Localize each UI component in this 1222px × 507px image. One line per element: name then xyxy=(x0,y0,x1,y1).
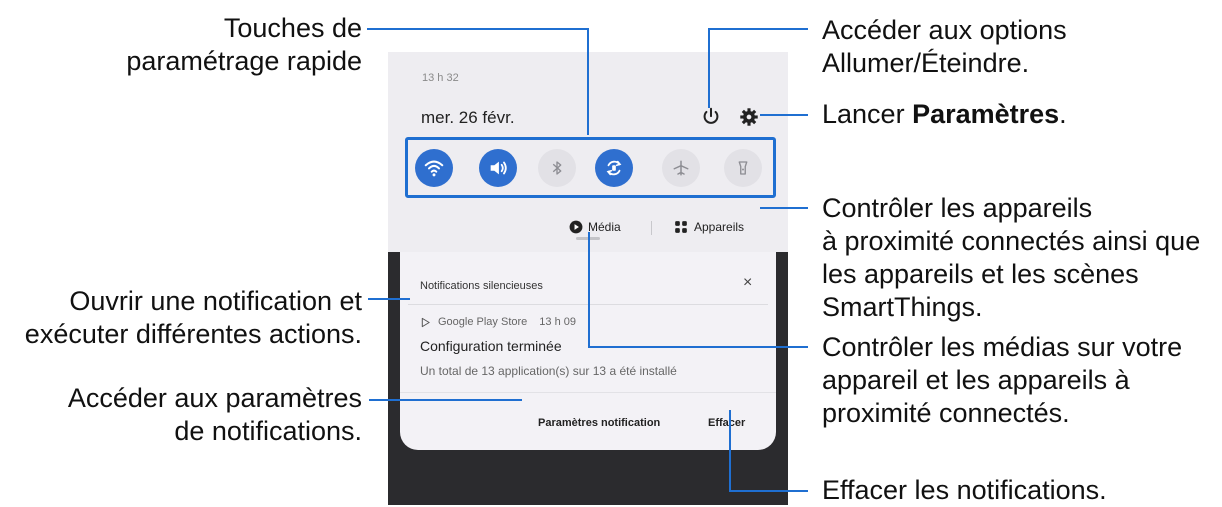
notification-title[interactable]: Configuration terminée xyxy=(420,338,562,354)
callout-line: paramétrage rapide xyxy=(126,46,362,76)
notification-settings-button[interactable]: Paramètres notification xyxy=(538,417,660,429)
callout-line: Contrôler les appareils xyxy=(822,193,1093,223)
callout-line: Ouvrir une notification et xyxy=(69,286,362,316)
callout-line: à proximité connectés ainsi que xyxy=(822,226,1201,256)
wifi-icon xyxy=(424,160,444,177)
callout-clear: Effacer les notifications. xyxy=(822,474,1107,507)
sound-icon xyxy=(490,161,507,175)
gear-icon[interactable] xyxy=(738,106,760,128)
clear-button[interactable]: Effacer xyxy=(708,417,745,429)
callout-settings-bold: Paramètres xyxy=(912,99,1060,129)
callout-settings: Lancer Paramètres. xyxy=(822,98,1067,131)
toolbar-divider xyxy=(651,221,652,235)
callout-line: Allumer/Éteindre. xyxy=(822,48,1030,78)
media-label: Média xyxy=(588,220,621,234)
callout-line: les appareils et les scènes xyxy=(822,259,1139,289)
notification-body[interactable]: Un total de 13 application(s) sur 13 a é… xyxy=(420,364,677,378)
flashlight-icon xyxy=(738,161,748,175)
media-button[interactable]: Média xyxy=(569,220,621,234)
callout-settings-suffix: . xyxy=(1059,99,1067,129)
quick-settings-highlight xyxy=(405,137,776,198)
callout-quick-settings: Touches de paramétrage rapide xyxy=(126,12,362,78)
quick-setting-bluetooth[interactable] xyxy=(538,149,576,187)
callout-notification-settings: Accéder aux paramètres de notifications. xyxy=(68,382,362,448)
quick-setting-flashlight[interactable] xyxy=(724,149,762,187)
quick-panel: 13 h 32 mer. 26 févr. Média Appareils xyxy=(388,52,788,252)
airplane-icon xyxy=(673,160,689,176)
callout-power-options: Accéder aux options Allumer/Éteindre. xyxy=(822,14,1067,80)
callout-line: SmartThings. xyxy=(822,292,983,322)
callout-line: Contrôler les médias sur votre xyxy=(822,332,1183,362)
status-time: 13 h 32 xyxy=(422,72,459,84)
callout-line: Accéder aux paramètres xyxy=(67,383,362,413)
callout-devices: Contrôler les appareils à proximité conn… xyxy=(822,192,1200,324)
auto-rotate-icon xyxy=(606,160,622,176)
phone-screenshot: 13 h 32 mer. 26 févr. Média Appareils No… xyxy=(388,52,788,505)
callout-line: appareil et les appareils à xyxy=(822,365,1130,395)
callout-line: Touches de xyxy=(223,13,362,43)
callout-line: de notifications. xyxy=(174,416,362,446)
power-icon[interactable] xyxy=(700,106,722,128)
notification-divider xyxy=(408,304,768,305)
date-label: mer. 26 févr. xyxy=(421,108,515,127)
callout-line: proximité connectés. xyxy=(822,398,1070,428)
notification-app-time: 13 h 09 xyxy=(539,316,576,328)
notification-app-name: Google Play Store xyxy=(438,316,528,328)
close-icon[interactable]: × xyxy=(743,274,752,292)
devices-label: Appareils xyxy=(694,220,745,234)
callout-line: Accéder aux options xyxy=(822,15,1067,45)
devices-grid-icon xyxy=(675,221,687,233)
play-store-icon xyxy=(421,317,430,327)
quick-setting-airplane[interactable] xyxy=(662,149,700,187)
play-icon xyxy=(569,220,583,234)
callout-open-notification: Ouvrir une notification et exécuter diff… xyxy=(25,285,362,351)
callout-media: Contrôler les médias sur votre appareil … xyxy=(822,331,1182,430)
quick-setting-wifi[interactable] xyxy=(415,149,453,187)
notification-section-header: Notifications silencieuses xyxy=(420,280,543,292)
notification-footer-divider xyxy=(400,392,776,393)
callout-settings-prefix: Lancer xyxy=(822,99,913,129)
bluetooth-icon xyxy=(552,161,562,175)
callout-line: Effacer les notifications. xyxy=(822,475,1107,505)
devices-button[interactable]: Appareils xyxy=(674,220,744,234)
callout-line: exécuter différentes actions. xyxy=(24,319,362,349)
notification-card: Notifications silencieuses × Google Play… xyxy=(400,252,776,450)
quick-setting-sound[interactable] xyxy=(479,149,517,187)
drag-handle[interactable] xyxy=(576,237,600,240)
quick-setting-auto-rotate[interactable] xyxy=(595,149,633,187)
notification-app-line[interactable]: Google Play Store 13 h 09 xyxy=(420,316,576,328)
